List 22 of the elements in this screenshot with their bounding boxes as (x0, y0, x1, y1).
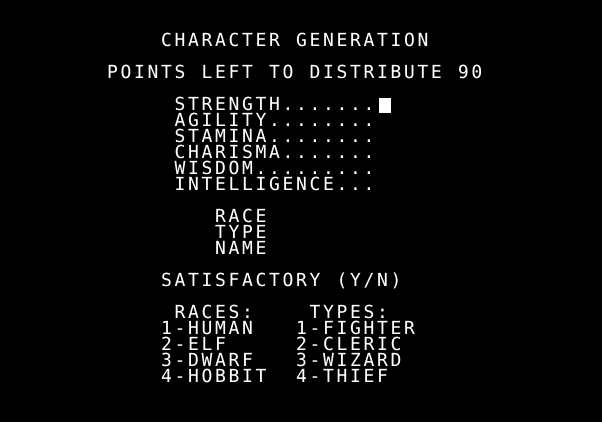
stat-label: CHARISMA....... (174, 145, 377, 161)
points-remaining-text: POINTS LEFT TO DISTRIBUTE 90 (107, 65, 485, 81)
type-option: 4-THIEF (296, 369, 390, 385)
stat-label: AGILITY........ (174, 113, 377, 129)
race-option: 4-HOBBIT (161, 369, 269, 385)
stat-label: STRENGTH....... (174, 97, 377, 113)
type-option: 3-WIZARD (296, 353, 404, 369)
prompt-text: SATISFACTORY (Y/N) (161, 273, 404, 289)
stat-label: STAMINA........ (174, 129, 377, 145)
race-option: 3-DWARF (161, 353, 256, 369)
type-option: 2-CLERIC (296, 337, 404, 353)
field-label: TYPE (215, 225, 269, 241)
stat-label: WISDOM......... (174, 161, 377, 177)
race-option: 1-HUMAN (161, 321, 256, 337)
list-heading: TYPES: (310, 305, 390, 321)
stat-label: INTELLIGENCE... (174, 177, 377, 193)
field-label: NAME (215, 241, 269, 257)
type-option: 1-FIGHTER (296, 321, 418, 337)
list-heading: RACES: (174, 305, 256, 321)
field-label: RACE (215, 209, 269, 225)
race-option: 2-ELF (161, 337, 228, 353)
screen-title: CHARACTER GENERATION (161, 33, 431, 49)
